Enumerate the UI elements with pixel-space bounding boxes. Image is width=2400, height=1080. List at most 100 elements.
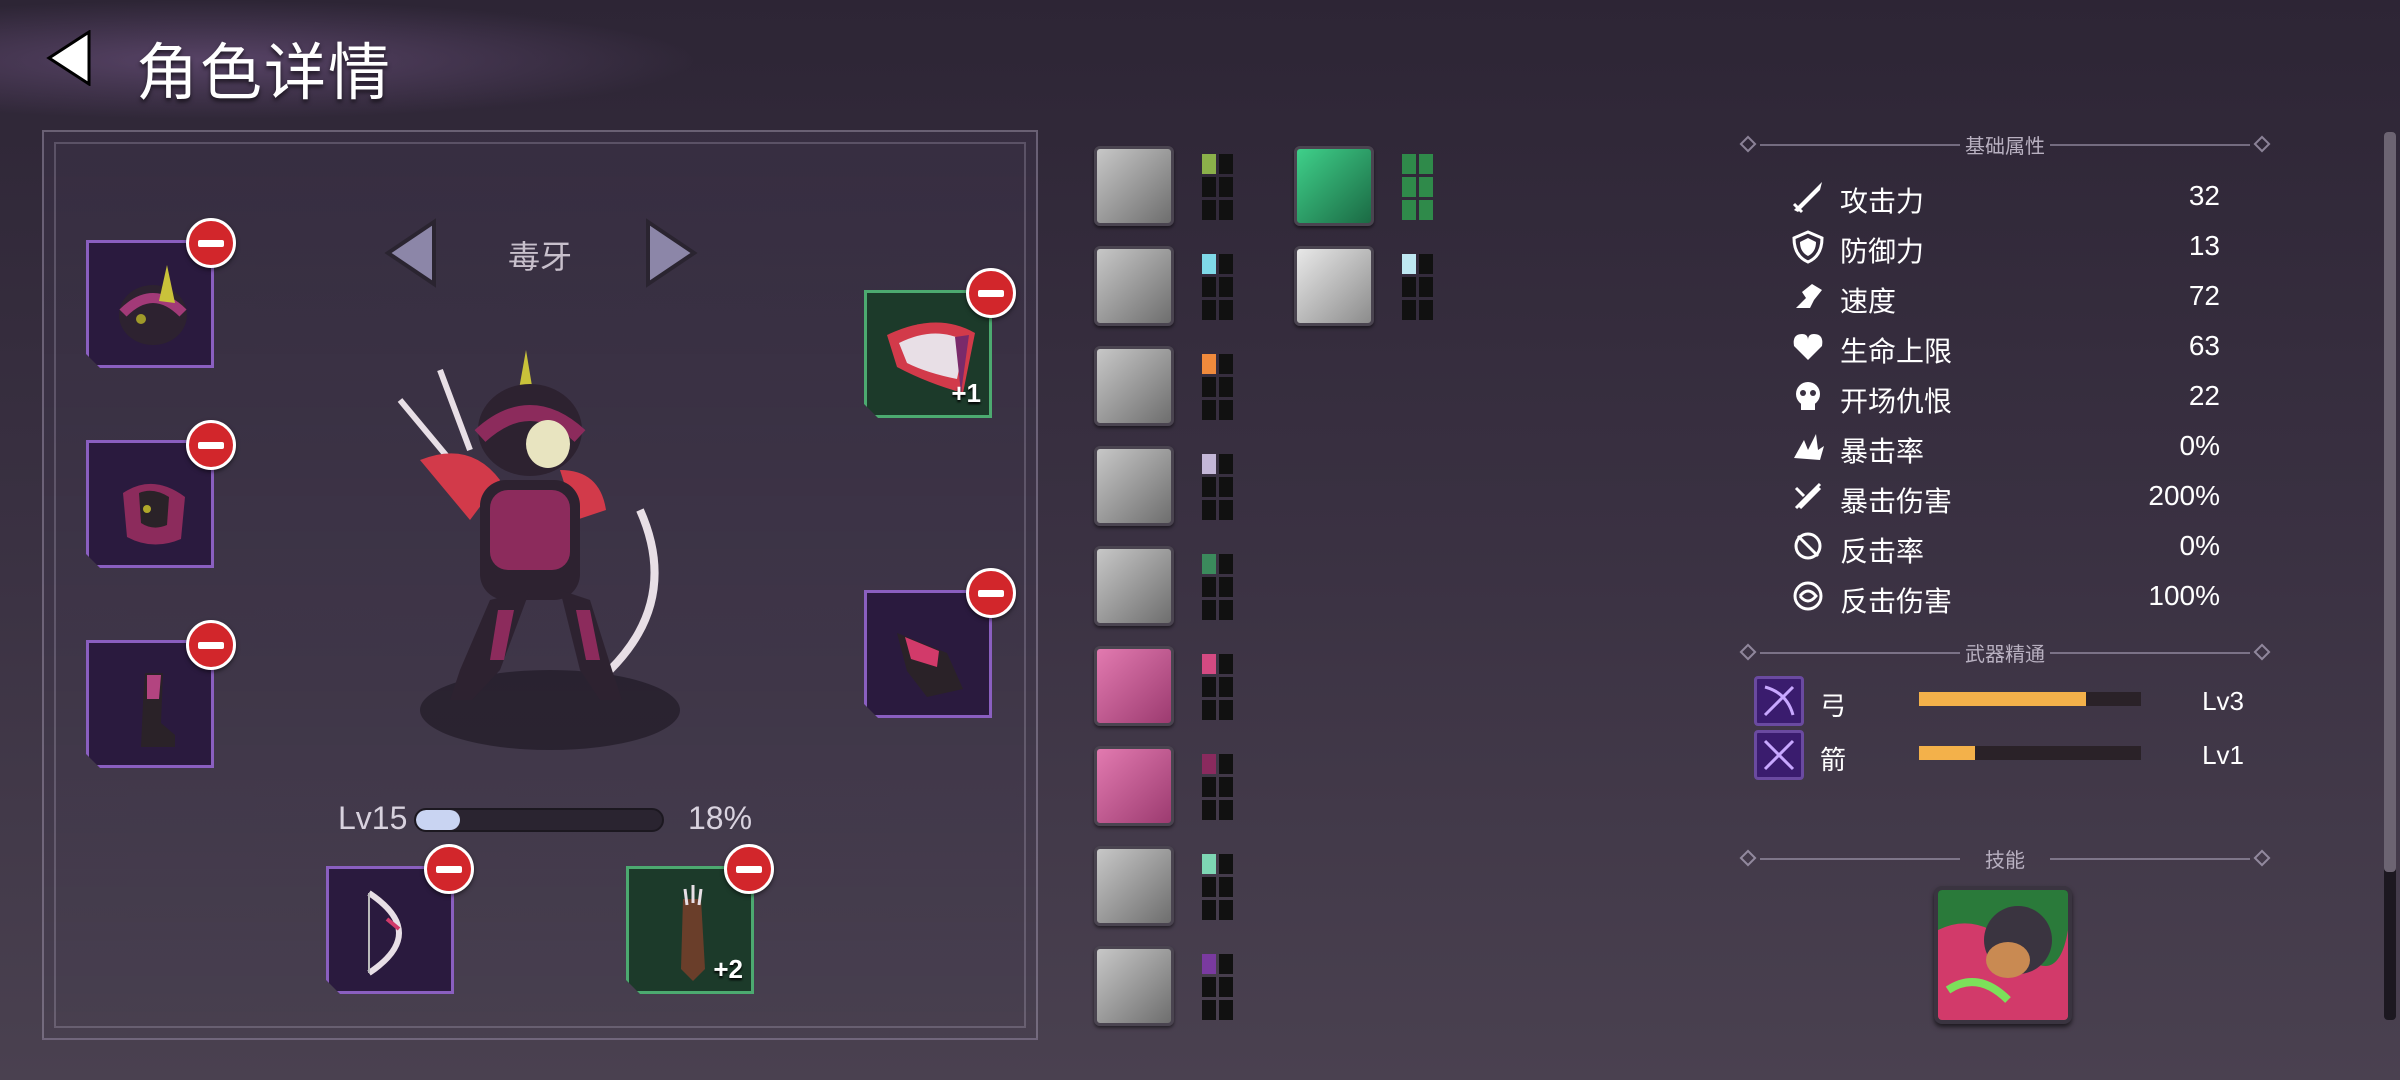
- quiver-bonus-badge: +2: [713, 954, 743, 984]
- talent-pip: [1202, 354, 1216, 374]
- talent-pip: [1219, 754, 1233, 774]
- stat-name: 开场仇恨: [1840, 385, 1953, 418]
- talent-pip: [1219, 300, 1233, 320]
- talent-pip: [1202, 700, 1216, 720]
- talent-poison-icon[interactable]: [1294, 146, 1374, 226]
- talent-pip: [1219, 354, 1233, 374]
- talent-pip: [1202, 800, 1216, 820]
- talent-scroll-icon[interactable]: [1094, 946, 1174, 1026]
- talent-pip: [1219, 254, 1233, 274]
- back-button[interactable]: [40, 28, 100, 88]
- talent-pip: [1219, 177, 1233, 197]
- talent-pip: [1202, 454, 1216, 474]
- skills-header: 技能: [1739, 844, 2271, 874]
- stat-row: 暴击率 0%: [1790, 424, 2220, 468]
- talent-pips: [1202, 554, 1234, 620]
- talent-rain-icon[interactable]: [1094, 346, 1174, 426]
- talent-claw-icon[interactable]: [1094, 646, 1174, 726]
- arrow-mastery-icon: [1754, 730, 1804, 780]
- counter-damage-icon: [1793, 581, 1823, 611]
- talent-spin-icon[interactable]: [1094, 446, 1174, 526]
- talent-pip: [1219, 454, 1233, 474]
- remove-gauntlet-button[interactable]: [966, 568, 1016, 618]
- remove-weapon-button[interactable]: [424, 844, 474, 894]
- crit-damage-icon: [1794, 482, 1822, 510]
- talent-pip: [1219, 477, 1233, 497]
- stat-value: 63: [2188, 330, 2220, 361]
- talent-wing-icon[interactable]: [1294, 246, 1374, 326]
- stat-row: 开场仇恨 22: [1790, 374, 2220, 418]
- stat-name: 反击伤害: [1840, 585, 1953, 618]
- remove-boots-button[interactable]: [186, 620, 236, 670]
- mastery-row-bow: 弓 Lv3: [1754, 676, 2244, 726]
- talent-pip: [1402, 154, 1416, 174]
- prev-character-arrow[interactable]: [382, 218, 442, 288]
- boot-speed-icon: [1796, 284, 1822, 308]
- talent-pip: [1402, 300, 1416, 320]
- talent-pip: [1202, 654, 1216, 674]
- talent-pip: [1202, 477, 1216, 497]
- stat-value: 200%: [2148, 480, 2220, 511]
- back-arrow-icon: [46, 30, 91, 86]
- remove-quiver-button[interactable]: [724, 844, 774, 894]
- talent-fist-icon[interactable]: [1094, 246, 1174, 326]
- talent-pip: [1419, 254, 1433, 274]
- talent-pip: [1202, 1000, 1216, 1020]
- stat-value: 72: [2188, 280, 2220, 311]
- talent-pip: [1219, 777, 1233, 797]
- skill-icon[interactable]: [1934, 886, 2072, 1024]
- stat-name: 防御力: [1840, 235, 1925, 268]
- talent-pip: [1219, 1000, 1233, 1020]
- mastery-header: 武器精通: [1739, 638, 2271, 668]
- talent-pip: [1202, 954, 1216, 974]
- remove-shoulder-button[interactable]: [966, 268, 1016, 318]
- bow-mastery-icon: [1754, 676, 1804, 726]
- talent-pips: [1202, 854, 1234, 920]
- poison-grab-skill-icon: [1938, 890, 2068, 1020]
- talent-pips: [1402, 254, 1434, 320]
- talent-pips: [1202, 754, 1234, 820]
- remove-helmet-button[interactable]: [186, 218, 236, 268]
- talent-pip: [1202, 177, 1216, 197]
- talent-pip: [1202, 277, 1216, 297]
- talent-pip: [1202, 300, 1216, 320]
- stat-row: 防御力 13: [1790, 224, 2220, 268]
- stat-value: 22: [2188, 380, 2220, 411]
- talent-pip: [1219, 377, 1233, 397]
- talent-eye-icon[interactable]: [1094, 846, 1174, 926]
- remove-chest-button[interactable]: [186, 420, 236, 470]
- talent-pip: [1419, 277, 1433, 297]
- talent-pip: [1202, 554, 1216, 574]
- talent-pip: [1219, 900, 1233, 920]
- scrollbar[interactable]: [2384, 132, 2396, 1020]
- stat-value: 13: [2188, 230, 2220, 261]
- talent-pip: [1219, 854, 1233, 874]
- talent-pips: [1202, 654, 1234, 720]
- talent-flex-icon[interactable]: [1094, 146, 1174, 226]
- character-name: 毒牙: [507, 238, 572, 276]
- talent-pip: [1219, 800, 1233, 820]
- talent-pip: [1219, 654, 1233, 674]
- stat-value: 100%: [2148, 580, 2220, 611]
- crit-burst-icon: [1794, 434, 1824, 460]
- talent-pip: [1219, 500, 1233, 520]
- talent-pip: [1219, 977, 1233, 997]
- counter-icon: [1794, 532, 1822, 560]
- talent-pips: [1202, 454, 1234, 520]
- mastery-bar-bow: [1919, 692, 2141, 706]
- talent-pip: [1202, 754, 1216, 774]
- talent-cross-arrow-icon[interactable]: [1094, 746, 1174, 826]
- talent-pips: [1202, 354, 1234, 420]
- talent-pip: [1219, 277, 1233, 297]
- talent-pip: [1219, 200, 1233, 220]
- talent-pip: [1202, 500, 1216, 520]
- talent-pip: [1202, 254, 1216, 274]
- talent-pip: [1402, 200, 1416, 220]
- scrollbar-thumb[interactable]: [2384, 132, 2396, 872]
- talent-brute-icon[interactable]: [1094, 546, 1174, 626]
- talent-pip: [1402, 177, 1416, 197]
- talent-pips: [1202, 254, 1234, 320]
- next-character-arrow[interactable]: [640, 218, 700, 288]
- talent-pip: [1219, 700, 1233, 720]
- stat-row: 反击率 0%: [1790, 524, 2220, 568]
